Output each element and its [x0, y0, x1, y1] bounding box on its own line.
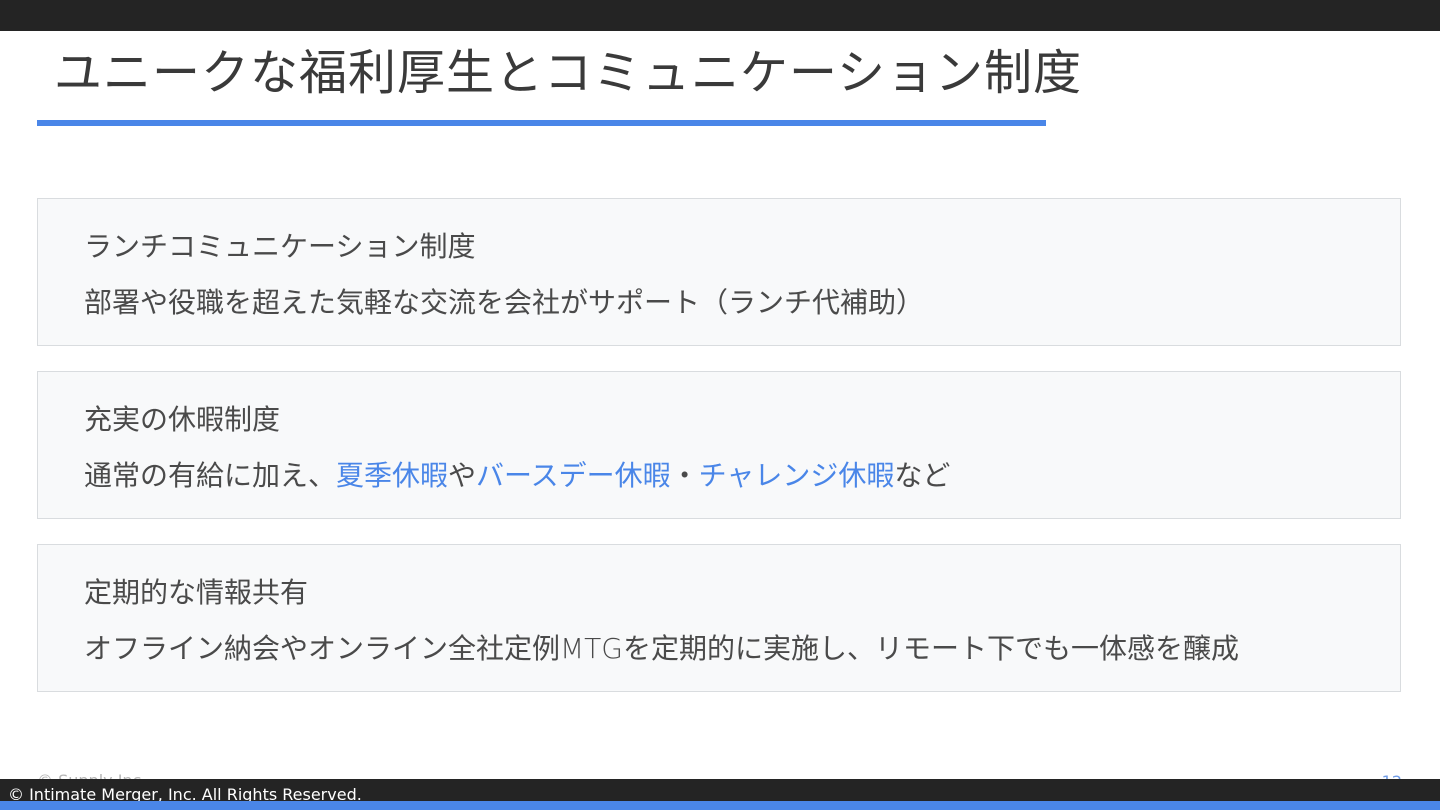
highlight-challenge-vacation: チャレンジ休暇: [698, 459, 895, 492]
copyright-text: © Intimate Merger, Inc. All Rights Reser…: [8, 785, 362, 801]
top-bar: [0, 0, 1440, 31]
card-description: 部署や役職を超えた気軽な交流を会社がサポート（ランチ代補助）: [84, 286, 925, 319]
card-lunch-communication: ランチコミュニケーション制度 部署や役職を超えた気軽な交流を会社がサポート（ラン…: [37, 198, 1401, 346]
desc-text: など: [894, 459, 951, 492]
card-title: ランチコミュニケーション制度: [84, 230, 476, 263]
card-title: 定期的な情報共有: [84, 576, 309, 609]
copyright-bar: © Intimate Merger, Inc. All Rights Reser…: [0, 779, 1440, 801]
card-vacation-system: 充実の休暇制度 通常の有給に加え、夏季休暇やバースデー休暇・チャレンジ休暇など: [37, 371, 1401, 519]
bottom-accent-bar: [0, 801, 1440, 810]
desc-separator: ・: [670, 459, 699, 492]
desc-text: 通常の有給に加え、: [84, 459, 337, 492]
card-description: オフライン納会やオンライン全社定例MTGを定期的に実施し、リモート下でも一体感を…: [84, 632, 1239, 665]
card-title: 充実の休暇制度: [84, 403, 281, 436]
slide-title: ユニークな福利厚生とコミュニケーション制度: [54, 45, 1083, 101]
highlight-birthday-vacation: バースデー休暇: [476, 459, 671, 492]
card-description: 通常の有給に加え、夏季休暇やバースデー休暇・チャレンジ休暇など: [84, 454, 950, 494]
title-underline: [37, 120, 1046, 126]
desc-text: や: [448, 459, 477, 492]
highlight-summer-vacation: 夏季休暇: [336, 459, 449, 492]
card-information-sharing: 定期的な情報共有 オフライン納会やオンライン全社定例MTGを定期的に実施し、リモ…: [37, 544, 1401, 692]
